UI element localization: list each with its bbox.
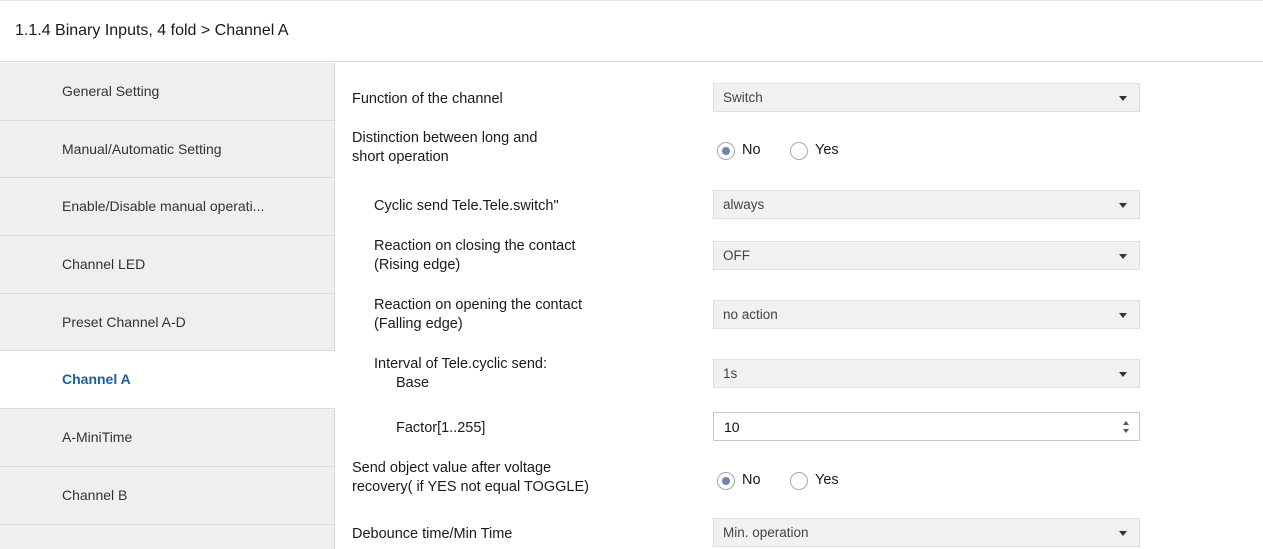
chevron-down-icon: [1119, 96, 1127, 101]
chevron-down-icon: [1119, 313, 1127, 318]
radio-label: No: [742, 142, 761, 158]
sidebar-item-label: Preset Channel A-D: [62, 313, 186, 330]
param-label: (Falling edge): [374, 316, 463, 332]
chevron-down-icon: [1119, 531, 1127, 536]
sidebar-item-channel-led[interactable]: Channel LED: [0, 236, 334, 294]
page-title: 1.1.4 Binary Inputs, 4 fold > Channel A: [15, 22, 289, 39]
radio-circle: [790, 142, 808, 160]
sidebar-item-label: Channel B: [62, 486, 128, 503]
interval-base-select[interactable]: 1s: [713, 359, 1140, 388]
sidebar-item-preset-channel-a-d[interactable]: Preset Channel A-D: [0, 294, 334, 352]
param-label: Send object value after voltage: [352, 460, 552, 476]
param-label: Reaction on closing the contact: [374, 238, 576, 254]
sidebar-item-label: Channel LED: [62, 256, 146, 273]
sidebar-item-general-setting[interactable]: General Setting: [0, 63, 334, 121]
param-label: (Rising edge): [374, 257, 461, 273]
sidebar-item-channel-a[interactable]: Channel A: [0, 351, 335, 410]
select-value: no action: [723, 307, 778, 322]
sidebar-item-label: Enable/Disable manual operati...: [62, 198, 265, 215]
sidebar-item-a-minitime[interactable]: A-MiniTime: [0, 409, 334, 467]
reaction-opening-select[interactable]: no action: [713, 300, 1140, 329]
sidebar-item-enable-disable-manual-operation[interactable]: Enable/Disable manual operati...: [0, 178, 334, 237]
chevron-down-icon: [1119, 254, 1127, 259]
factor-stepper[interactable]: 10: [713, 412, 1140, 441]
cyclic-send-select[interactable]: always: [713, 190, 1140, 219]
radio-circle: [717, 472, 735, 490]
param-label: Interval of Tele.cyclic send:: [374, 356, 548, 372]
radio-label: Yes: [815, 472, 839, 488]
param-label: Debounce time/Min Time: [352, 526, 513, 542]
param-label: Function of the channel: [352, 91, 503, 107]
param-label: Base: [396, 375, 430, 391]
select-value: Min. operation: [723, 525, 809, 540]
param-label: Reaction on opening the contact: [374, 297, 582, 313]
radio-circle: [790, 472, 808, 490]
param-label: Cyclic send Tele.Tele.switch": [374, 198, 559, 214]
sidebar-item-label: A-MiniTime: [62, 429, 133, 446]
select-value: Switch: [723, 90, 763, 105]
radio-circle: [717, 142, 735, 160]
stepper-up-icon[interactable]: [1123, 421, 1129, 425]
param-label: Distinction between long and: [352, 130, 538, 146]
param-label: short operation: [352, 149, 449, 165]
select-value: 1s: [723, 366, 738, 381]
sidebar-item-manual-automatic-setting[interactable]: Manual/Automatic Setting: [0, 121, 334, 179]
window-header: 1.1.4 Binary Inputs, 4 fold > Channel A: [0, 0, 1263, 62]
debounce-select[interactable]: Min. operation: [713, 518, 1140, 547]
stepper-down-icon[interactable]: [1123, 429, 1129, 433]
param-label: recovery( if YES not equal TOGGLE): [352, 479, 589, 495]
param-label: Factor[1..255]: [396, 420, 486, 436]
radio-label: Yes: [815, 142, 839, 158]
sidebar-item-label: Channel A: [62, 371, 131, 388]
sidebar-item-channel-b[interactable]: Channel B: [0, 467, 334, 525]
select-value: always: [723, 197, 765, 212]
sidebar-item-label: General Setting: [62, 83, 160, 99]
parameter-panel: Function of the channel Switch Distincti…: [336, 63, 1263, 549]
sidebar: General Setting Manual/Automatic Setting…: [0, 63, 335, 549]
reaction-closing-select[interactable]: OFF: [713, 241, 1140, 270]
radio-label: No: [742, 472, 761, 488]
header-divider: [0, 0, 1263, 1]
sidebar-item-label: Manual/Automatic Setting: [62, 140, 222, 157]
function-select[interactable]: Switch: [713, 83, 1140, 112]
chevron-down-icon: [1119, 203, 1127, 208]
stepper-value: 10: [724, 419, 740, 435]
select-value: OFF: [723, 248, 750, 263]
chevron-down-icon: [1119, 372, 1127, 377]
